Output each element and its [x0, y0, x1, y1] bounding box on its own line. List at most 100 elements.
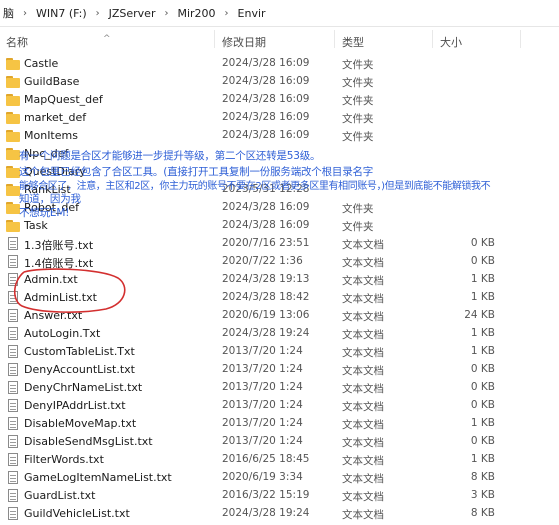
file-name: 1.3倍账号.txt — [24, 239, 94, 252]
document-icon — [6, 237, 20, 250]
file-type: 文本文档 — [342, 383, 384, 395]
column-divider[interactable] — [520, 30, 521, 48]
file-size: 1 KB — [470, 327, 495, 339]
file-row[interactable]: Task 2024/3/28 16:09 文件夹 — [0, 217, 559, 235]
file-row[interactable]: market_def 2024/3/28 16:09 文件夹 — [0, 109, 559, 127]
annotation-circle — [13, 268, 126, 313]
file-type: 文本文档 — [342, 509, 384, 521]
file-size: 0 KB — [470, 237, 495, 249]
file-row[interactable]: Robot_def 2024/3/28 16:09 文件夹 — [0, 199, 559, 217]
file-size: 1 KB — [470, 291, 495, 303]
file-date: 2024/3/28 16:09 — [222, 219, 310, 231]
document-icon — [6, 471, 20, 484]
file-name: CustomTableList.Txt — [24, 345, 135, 358]
file-size: 3 KB — [470, 489, 495, 501]
file-row[interactable]: AutoLogin.Txt 2024/3/28 19:24 文本文档 1 KB — [0, 325, 559, 343]
file-type: 文本文档 — [342, 257, 384, 269]
document-icon — [6, 327, 20, 340]
file-row[interactable]: DisableSendMsgList.txt 2013/7/20 1:24 文本文档… — [0, 433, 559, 451]
file-date: 2024/3/28 16:09 — [222, 201, 310, 213]
file-row[interactable]: DenyIPAddrList.txt 2013/7/20 1:24 文本文档 0 KB — [0, 397, 559, 415]
file-row[interactable]: DisableMoveMap.txt 2013/7/20 1:24 文本文档 1 KB — [0, 415, 559, 433]
file-name: Castle — [24, 57, 59, 70]
file-row[interactable]: FilterWords.txt 2016/6/25 18:45 文本文档 1 KB — [0, 451, 559, 469]
file-row[interactable]: DenyChrNameList.txt 2013/7/20 1:24 文本文档 0 K… — [0, 379, 559, 397]
overlay-note: 有一个问题是合区才能够进一步提升等级，第二个区还转是53级。 — [19, 150, 321, 162]
breadcrumb-item-drive[interactable]: WIN7 (F:) — [33, 7, 90, 20]
column-divider[interactable] — [432, 30, 433, 48]
file-name: Task — [24, 219, 48, 232]
column-header-row: 名称 ^ 修改日期 类型 大小 — [0, 28, 559, 50]
file-name: GuildBase — [24, 75, 80, 88]
document-icon — [6, 453, 20, 466]
file-type: 文本文档 — [342, 347, 384, 359]
file-type: 文件夹 — [342, 131, 374, 143]
file-type: 文本文档 — [342, 455, 384, 467]
file-date: 2024/3/28 16:09 — [222, 111, 310, 123]
chevron-right-icon: › — [164, 7, 169, 19]
file-row[interactable]: GuardList.txt 2016/3/22 15:19 文本文档 3 KB — [0, 487, 559, 505]
file-size: 0 KB — [470, 255, 495, 267]
file-type: 文件夹 — [342, 77, 374, 89]
column-header-name[interactable]: 名称 — [6, 34, 28, 50]
document-icon — [6, 507, 20, 520]
file-type: 文本文档 — [342, 293, 384, 305]
file-date: 2024/3/28 19:24 — [222, 327, 310, 339]
file-type: 文件夹 — [342, 95, 374, 107]
file-row[interactable]: MonItems 2024/3/28 16:09 文件夹 — [0, 127, 559, 145]
file-row[interactable]: 1.3倍账号.txt 2020/7/16 23:51 文本文档 0 KB — [0, 235, 559, 253]
file-type: 文本文档 — [342, 473, 384, 485]
file-name: DenyAccountList.txt — [24, 363, 135, 376]
column-divider[interactable] — [334, 30, 335, 48]
file-size: 0 KB — [470, 399, 495, 411]
file-type: 文件夹 — [342, 221, 374, 233]
file-type: 文本文档 — [342, 311, 384, 323]
file-name: MapQuest_def — [24, 93, 103, 106]
folder-icon — [6, 129, 20, 142]
column-divider[interactable] — [214, 30, 215, 48]
column-header-date[interactable]: 修改日期 — [222, 34, 266, 50]
file-row[interactable]: Castle 2024/3/28 16:09 文件夹 — [0, 55, 559, 73]
file-size: 8 KB — [470, 471, 495, 483]
folder-icon — [6, 165, 20, 178]
file-row[interactable]: CustomTableList.Txt 2013/7/20 1:24 文本文档 1 K… — [0, 343, 559, 361]
file-date: 2020/6/19 13:06 — [222, 309, 310, 321]
folder-icon — [6, 183, 20, 196]
document-icon — [6, 435, 20, 448]
column-header-size[interactable]: 大小 — [440, 34, 462, 50]
folder-icon — [6, 147, 20, 160]
file-row[interactable]: DenyAccountList.txt 2013/7/20 1:24 文本文档 0 K… — [0, 361, 559, 379]
breadcrumb-item-envir[interactable]: Envir — [235, 7, 269, 20]
file-type: 文本文档 — [342, 329, 384, 341]
file-type: 文本文档 — [342, 401, 384, 413]
document-icon — [6, 399, 20, 412]
breadcrumb-item-jzserver[interactable]: JZServer — [106, 7, 159, 20]
file-row[interactable]: GuildVehicleList.txt 2024/3/28 19:24 文本文档 8… — [0, 505, 559, 523]
file-row[interactable]: GameLogItemNameList.txt 2020/6/19 3:34 文本文… — [0, 469, 559, 487]
file-type: 文本文档 — [342, 275, 384, 287]
overlay-note: 知道，因为我 — [19, 193, 81, 205]
document-icon — [6, 489, 20, 502]
file-date: 2024/3/28 16:09 — [222, 93, 310, 105]
breadcrumb-item-mir200[interactable]: Mir200 — [174, 7, 218, 20]
file-date: 2024/3/28 19:24 — [222, 507, 310, 519]
overlay-note: 不想玩EM! — [19, 207, 70, 219]
column-header-type[interactable]: 类型 — [342, 34, 364, 50]
file-size: 1 KB — [470, 345, 495, 357]
file-size: 1 KB — [470, 273, 495, 285]
file-name: MonItems — [24, 129, 78, 142]
file-date: 2013/7/20 1:24 — [222, 399, 303, 411]
overlay-note: 能够合区了，注意，主区和2区，你主力玩的账号不要在2区或者更多区里有相同账号，)… — [19, 181, 491, 192]
file-name: DisableMoveMap.txt — [24, 417, 137, 430]
file-name: GuildVehicleList.txt — [24, 507, 130, 520]
document-icon — [6, 417, 20, 430]
folder-icon — [6, 93, 20, 106]
file-row[interactable]: GuildBase 2024/3/28 16:09 文件夹 — [0, 73, 559, 91]
breadcrumb-item-pc[interactable]: 脑 — [0, 5, 17, 21]
file-date: 2013/7/20 1:24 — [222, 363, 303, 375]
file-type: 文本文档 — [342, 419, 384, 431]
file-size: 0 KB — [470, 435, 495, 447]
file-row[interactable]: MapQuest_def 2024/3/28 16:09 文件夹 — [0, 91, 559, 109]
folder-icon — [6, 57, 20, 70]
file-name: AutoLogin.Txt — [24, 327, 101, 340]
